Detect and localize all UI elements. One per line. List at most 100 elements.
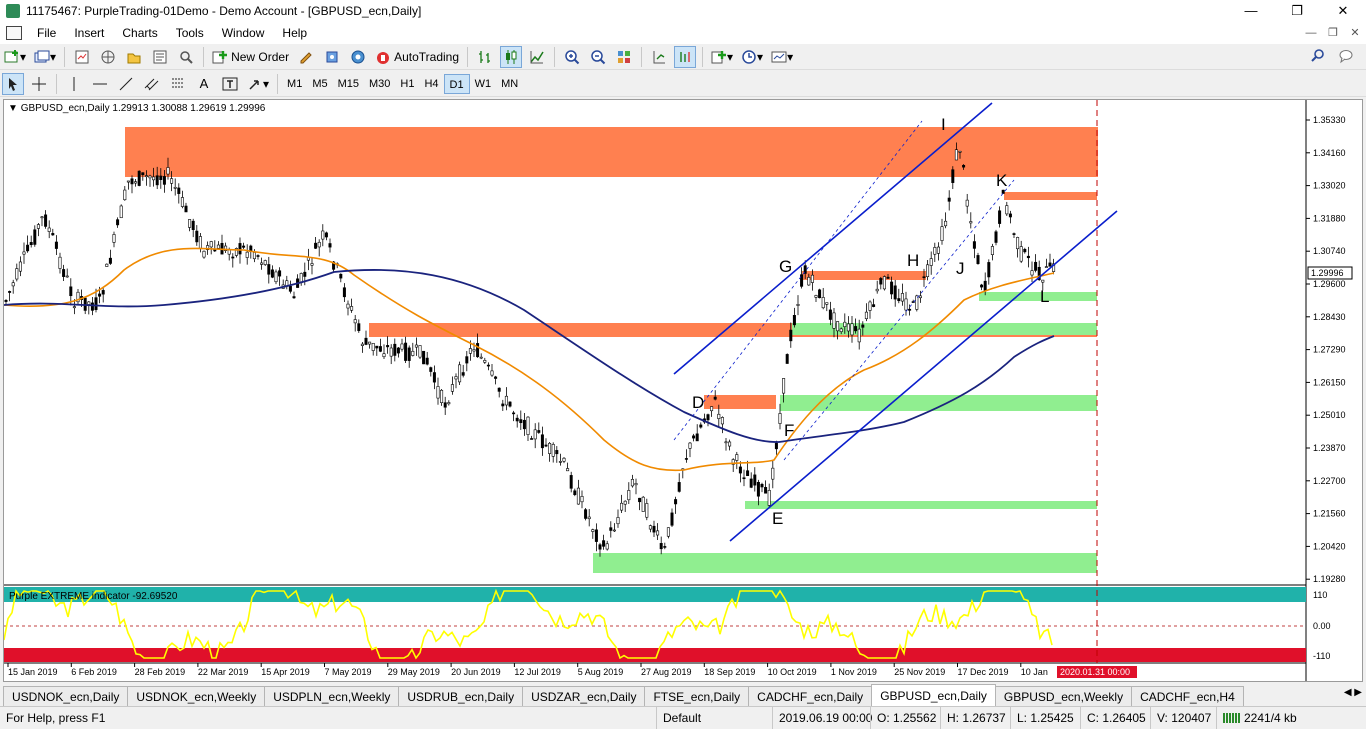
timeframe-m15[interactable]: M15 <box>333 74 364 94</box>
status-profile[interactable]: Default <box>656 706 772 729</box>
bar-chart-icon[interactable] <box>474 46 496 68</box>
candle-bull <box>882 276 886 290</box>
timeframe-m30[interactable]: M30 <box>364 74 395 94</box>
candle-bull <box>778 413 782 424</box>
minimize-icon[interactable]: — <box>1228 0 1274 22</box>
chart-tab-usdnok-ecn-daily[interactable]: USDNOK_ecn,Daily <box>3 686 129 706</box>
timeframe-mn[interactable]: MN <box>496 74 523 94</box>
chart-tab-usdpln-ecn-weekly[interactable]: USDPLN_ecn,Weekly <box>264 686 400 706</box>
candle-bull <box>87 301 91 305</box>
candlestick-icon[interactable] <box>500 45 523 68</box>
timeframe-h4[interactable]: H4 <box>419 74 443 94</box>
arrows-icon[interactable]: ▾ <box>245 73 271 95</box>
new-chart-icon[interactable]: ▾ <box>2 46 28 68</box>
title-bar: 11175467: PurpleTrading-01Demo - Demo Ac… <box>0 0 1366 22</box>
maximize-icon[interactable]: ❐ <box>1274 0 1320 22</box>
candle-bear <box>983 280 987 292</box>
timeframe-w1[interactable]: W1 <box>470 74 497 94</box>
candle-bear <box>947 197 951 202</box>
chart-tab-usdzar-ecn-daily[interactable]: USDZAR_ecn,Daily <box>522 686 646 706</box>
data-window-icon[interactable] <box>123 46 145 68</box>
candle-bull <box>562 457 566 462</box>
strategy-tester-icon[interactable] <box>175 46 197 68</box>
terminal-icon[interactable] <box>149 46 171 68</box>
navigator-icon[interactable] <box>97 46 119 68</box>
trendline-icon[interactable] <box>115 73 137 95</box>
candle-bull <box>735 454 739 461</box>
text-icon[interactable]: A <box>193 73 215 95</box>
chat-icon[interactable] <box>1338 48 1354 67</box>
channel-icon[interactable] <box>141 73 163 95</box>
candle-bull <box>346 303 350 309</box>
chart-tab-cadchf-ecn-daily[interactable]: CADCHF_ecn,Daily <box>748 686 873 706</box>
restore-child-icon[interactable]: — <box>1300 22 1322 44</box>
menu-insert[interactable]: Insert <box>65 22 113 44</box>
signals-icon[interactable] <box>321 46 343 68</box>
app-icon <box>6 4 20 18</box>
fibonacci-icon[interactable] <box>167 73 189 95</box>
crosshair-icon[interactable] <box>28 73 50 95</box>
candle-bear <box>101 290 105 295</box>
market-icon[interactable] <box>347 46 369 68</box>
document-icon[interactable] <box>6 26 22 40</box>
chart-tab-cadchf-ecn-h4[interactable]: CADCHF_ecn,H4 <box>1131 686 1244 706</box>
candle-bull <box>198 236 202 249</box>
candle-bear <box>663 546 667 548</box>
candle-bear <box>659 543 663 550</box>
autoscroll-icon[interactable] <box>648 46 670 68</box>
candle-bear <box>267 264 271 275</box>
zoom-out-icon[interactable] <box>587 46 609 68</box>
candle-bear <box>828 309 832 320</box>
market-watch-icon[interactable] <box>71 46 93 68</box>
candle-bull <box>720 417 724 425</box>
timeframe-d1[interactable]: D1 <box>443 73 470 94</box>
candle-bull <box>944 220 948 227</box>
candle-bear <box>879 278 883 285</box>
chart-tab-usdnok-ecn-weekly[interactable]: USDNOK_ecn,Weekly <box>127 686 266 706</box>
profiles-icon[interactable]: ▾ <box>32 46 58 68</box>
metaeditor-icon[interactable] <box>295 46 317 68</box>
autotrading-button[interactable]: AutoTrading <box>373 46 461 68</box>
templates-icon[interactable]: ▾ <box>769 46 795 68</box>
indicators-icon[interactable]: ▾ <box>709 46 735 68</box>
candle-bull <box>710 406 714 412</box>
menu-charts[interactable]: Charts <box>113 22 166 44</box>
chart-window[interactable]: 1.35330 1.34160 1.33020 1.31880 1.30740 1.296… <box>3 99 1363 682</box>
price-tick-label: 1.26150 <box>1313 377 1346 387</box>
cursor-icon[interactable] <box>2 72 24 95</box>
candle-bear <box>908 308 912 311</box>
timeframe-h1[interactable]: H1 <box>395 74 419 94</box>
new-order-button[interactable]: New Order <box>210 46 291 68</box>
tile-windows-icon[interactable] <box>613 46 635 68</box>
date-tick-label: 6 Feb 2019 <box>71 667 117 677</box>
chart-tab-usdrub-ecn-daily[interactable]: USDRUB_ecn,Daily <box>398 686 524 706</box>
line-chart-icon[interactable] <box>526 46 548 68</box>
menu-window[interactable]: Window <box>213 22 274 44</box>
price-chart[interactable]: 1.35330 1.34160 1.33020 1.31880 1.30740 1.296… <box>4 100 1362 681</box>
close-child-icon[interactable]: ✕ <box>1344 22 1366 44</box>
candle-bull <box>620 502 624 511</box>
chart-tab-gbpusd-ecn-weekly[interactable]: GBPUSD_ecn,Weekly <box>994 686 1133 706</box>
vertical-line-icon[interactable] <box>63 73 85 95</box>
date-tick-label: 15 Jan 2019 <box>8 667 58 677</box>
periods-icon[interactable]: ▾ <box>739 46 765 68</box>
timeframe-m1[interactable]: M1 <box>282 74 307 94</box>
chart-tab-gbpusd-ecn-daily[interactable]: GBPUSD_ecn,Daily <box>871 684 996 706</box>
tab-scroll-icon[interactable]: ◀ ▶ <box>1344 687 1362 698</box>
menu-tools[interactable]: Tools <box>167 22 213 44</box>
timeframe-m5[interactable]: M5 <box>307 74 332 94</box>
zoom-in-icon[interactable] <box>561 46 583 68</box>
horizontal-line-icon[interactable] <box>89 73 111 95</box>
close-icon[interactable]: ✕ <box>1320 0 1366 22</box>
new-order-label: New Order <box>231 49 290 64</box>
search-icon[interactable] <box>1310 48 1326 67</box>
chart-menu-icon[interactable]: ▼ <box>8 103 18 114</box>
text-label-icon[interactable] <box>219 73 241 95</box>
status-high: H: 1.26737 <box>940 706 1010 729</box>
chart-shift-icon[interactable] <box>674 45 697 68</box>
restore-child-window-icon[interactable]: ❐ <box>1322 22 1344 44</box>
candle-bull <box>1044 266 1048 268</box>
menu-help[interactable]: Help <box>273 22 316 44</box>
chart-tab-ftse-ecn-daily[interactable]: FTSE_ecn,Daily <box>644 686 750 706</box>
menu-file[interactable]: File <box>28 22 65 44</box>
